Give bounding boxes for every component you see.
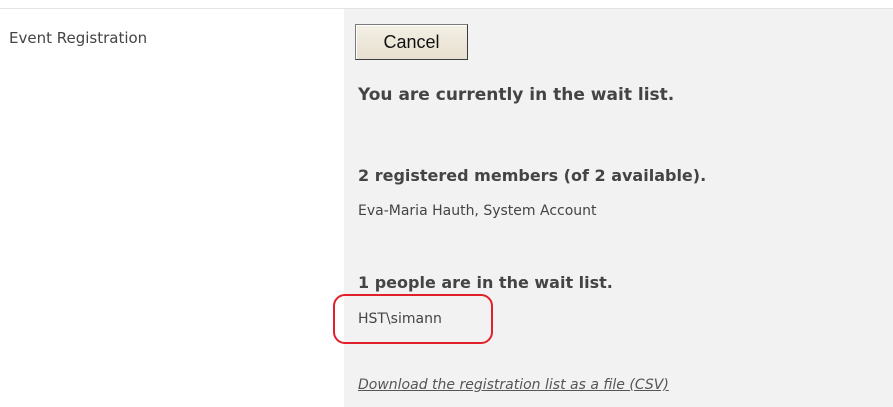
- red-highlight-annotation: [333, 294, 493, 344]
- field-label-cell: Event Registration: [0, 9, 344, 407]
- cancel-button[interactable]: Cancel: [355, 24, 468, 60]
- registration-panel: Cancel You are currently in the wait lis…: [333, 9, 893, 407]
- registered-members-heading: 2 registered members (of 2 available).: [358, 166, 707, 185]
- registered-members-list: Eva-Maria Hauth, System Account: [358, 203, 597, 219]
- wait-list-status-message: You are currently in the wait list.: [358, 85, 675, 105]
- download-csv-link[interactable]: Download the registration list as a file…: [358, 377, 669, 393]
- wait-list-heading: 1 people are in the wait list.: [358, 273, 613, 292]
- event-registration-label: Event Registration: [9, 29, 148, 47]
